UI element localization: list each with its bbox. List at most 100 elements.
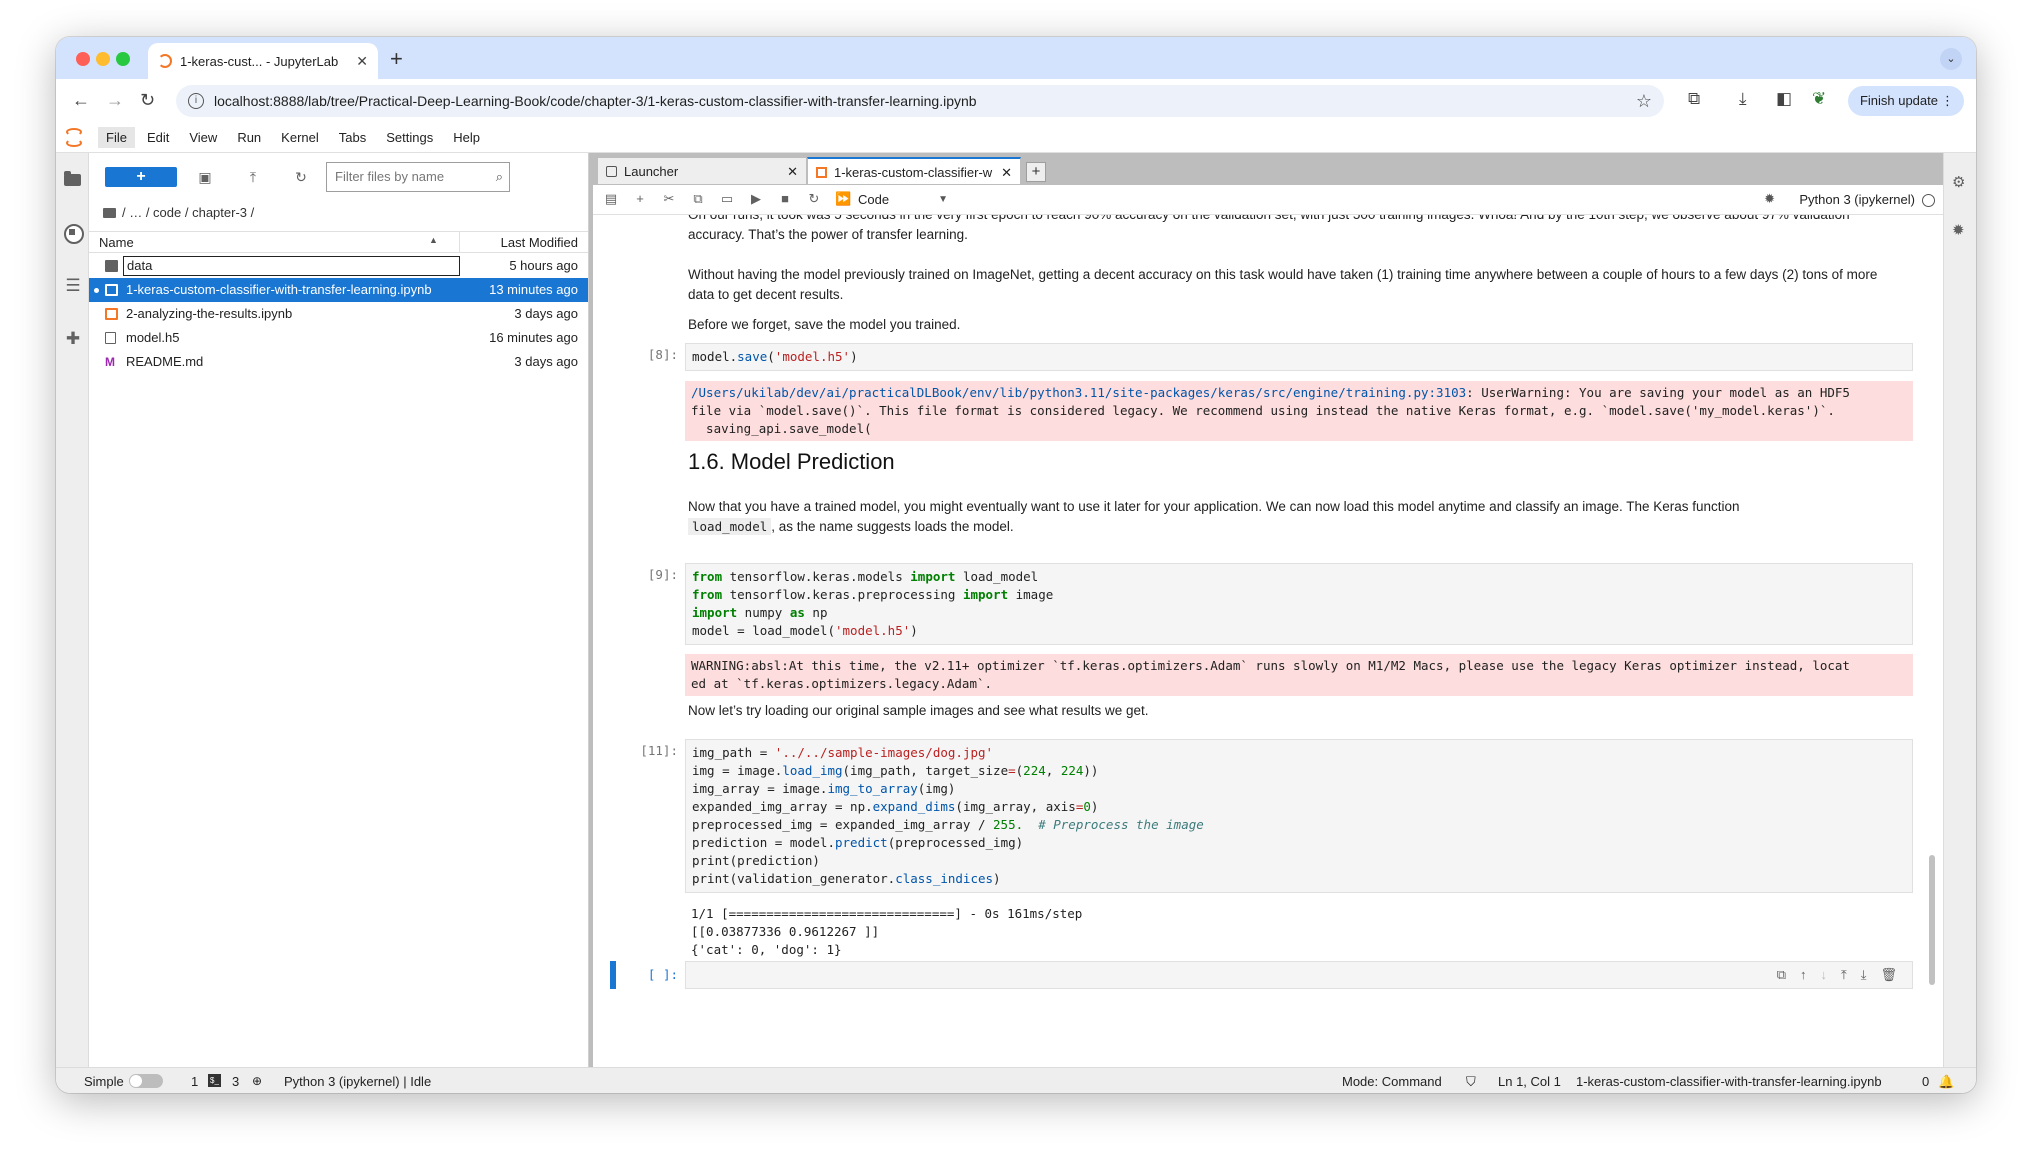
address-bar[interactable]: i localhost:8888/lab/tree/Practical-Deep… xyxy=(176,85,1664,117)
sort-ascending-icon[interactable]: ▲ xyxy=(429,235,438,245)
url-text[interactable]: localhost:8888/lab/tree/Practical-Deep-L… xyxy=(214,93,1636,109)
insert-below-icon[interactable]: ⤓ xyxy=(1861,967,1867,983)
cell-prompt: [ ]: xyxy=(647,967,678,982)
insert-cell-icon[interactable]: + xyxy=(632,191,648,207)
back-arrow-icon[interactable]: ← xyxy=(72,90,90,111)
code-cell-8[interactable]: model.save('model.h5') xyxy=(685,343,1913,371)
filter-files-input[interactable]: Filter files by name ⌕ xyxy=(326,162,510,192)
close-tab-icon[interactable]: ✕ xyxy=(1001,159,1012,184)
maximize-window-button[interactable] xyxy=(116,52,130,66)
trusted-shield-icon[interactable]: ⛉ xyxy=(1466,1074,1476,1090)
debugger-bug-icon[interactable]: ✹ xyxy=(1764,191,1775,207)
code-cell-11[interactable]: img_path = '../../sample-images/dog.jpg'… xyxy=(685,739,1913,893)
leaf-extension-icon[interactable]: ❦ xyxy=(1812,89,1826,109)
minimize-window-button[interactable] xyxy=(96,52,110,66)
browser-tab-jupyterlab[interactable]: 1-keras-cust... - JupyterLab ✕ xyxy=(148,43,378,79)
left-sidebar: ☰ ✚ xyxy=(56,153,89,1067)
bell-icon[interactable]: 🔔 xyxy=(1938,1074,1954,1090)
markdown-paragraph: On our runs, it took was 5 seconds in th… xyxy=(688,215,1850,242)
empty-code-cell[interactable] xyxy=(685,961,1913,989)
column-modified-header[interactable]: Last Modified xyxy=(501,235,578,250)
finish-update-label: Finish update xyxy=(1859,93,1938,108)
bookmark-star-icon[interactable]: ☆ xyxy=(1636,91,1652,112)
extension-manager-icon[interactable]: ✚ xyxy=(64,330,82,348)
cursor-position[interactable]: Ln 1, Col 1 xyxy=(1498,1074,1561,1089)
breadcrumb-path[interactable]: / … / code / chapter-3 / xyxy=(122,205,254,220)
home-folder-icon[interactable] xyxy=(103,207,116,218)
menu-view[interactable]: View xyxy=(181,127,225,148)
reload-icon[interactable]: ↻ xyxy=(140,90,155,111)
kernel-name[interactable]: Python 3 (ipykernel) xyxy=(1799,192,1915,207)
new-folder-icon[interactable]: ▣ xyxy=(195,167,215,187)
menu-tabs[interactable]: Tabs xyxy=(331,127,374,148)
file-modified: 5 hours ago xyxy=(509,258,578,273)
move-down-icon[interactable]: ↓ xyxy=(1820,967,1827,983)
duplicate-cell-icon[interactable]: ⧉ xyxy=(1777,967,1786,983)
running-indicator-icon xyxy=(94,288,99,293)
delete-cell-icon[interactable]: 🗑 xyxy=(1880,967,1897,983)
code-cell-9[interactable]: from tensorflow.keras.models import load… xyxy=(685,563,1913,645)
file-browser-folder-icon[interactable] xyxy=(64,171,82,189)
cut-icon[interactable]: ✂ xyxy=(661,191,677,207)
notebook-scrollbar[interactable] xyxy=(1929,215,1937,1067)
menu-settings[interactable]: Settings xyxy=(378,127,441,148)
close-tab-icon[interactable]: ✕ xyxy=(356,53,368,70)
tab-notebook[interactable]: 1-keras-custom-classifier-w ✕ xyxy=(807,157,1021,185)
breadcrumb[interactable]: / … / code / chapter-3 / xyxy=(103,205,254,220)
terminal-count[interactable]: 3 xyxy=(232,1074,239,1089)
property-inspector-gear-icon[interactable]: ⚙ xyxy=(1952,173,1965,191)
stop-icon[interactable]: ■ xyxy=(777,191,793,207)
download-icon[interactable]: ⤓ xyxy=(1739,89,1747,109)
kernel-sources-icon[interactable]: ⊕ xyxy=(252,1074,262,1088)
rename-input[interactable]: data xyxy=(123,256,460,276)
notebook-content: On our runs, it took was 5 seconds in th… xyxy=(593,215,1933,1067)
close-window-button[interactable] xyxy=(76,52,90,66)
menu-help[interactable]: Help xyxy=(445,127,488,148)
forward-arrow-icon[interactable]: → xyxy=(106,90,124,111)
fast-forward-icon[interactable]: ⏩ xyxy=(835,191,851,207)
new-tab-button[interactable]: + xyxy=(390,46,403,72)
kernel-count[interactable]: 1 xyxy=(191,1074,198,1089)
tab-launcher[interactable]: Launcher ✕ xyxy=(597,157,807,185)
insert-above-icon[interactable]: ⤒ xyxy=(1841,967,1847,983)
run-icon[interactable]: ▶ xyxy=(748,191,764,207)
debugger-icon[interactable]: ✹ xyxy=(1952,221,1965,239)
refresh-icon[interactable]: ↻ xyxy=(291,167,311,187)
table-of-contents-icon[interactable]: ☰ xyxy=(64,277,82,295)
menu-edit[interactable]: Edit xyxy=(139,127,177,148)
file-row-notebook-1[interactable]: 1-keras-custom-classifier-with-transfer-… xyxy=(89,278,588,302)
running-sessions-icon[interactable] xyxy=(64,224,84,244)
column-name-header[interactable]: Name xyxy=(99,235,134,250)
finish-update-button[interactable]: Finish update ⋮ xyxy=(1847,86,1964,116)
move-up-icon[interactable]: ↑ xyxy=(1800,967,1807,983)
tab-search-chevron-icon[interactable]: ⌄ xyxy=(1940,48,1962,70)
kernel-status[interactable]: Python 3 (ipykernel) | Idle xyxy=(284,1074,431,1089)
copy-icon[interactable]: ⧉ xyxy=(690,191,706,207)
menu-kernel[interactable]: Kernel xyxy=(273,127,327,148)
notification-count[interactable]: 0 xyxy=(1922,1074,1929,1089)
file-name: 2-analyzing-the-results.ipynb xyxy=(126,306,293,321)
inline-code: load_model xyxy=(688,518,772,535)
scrollbar-thumb[interactable] xyxy=(1929,855,1935,985)
file-row-model[interactable]: model.h5 16 minutes ago xyxy=(89,326,588,350)
close-tab-icon[interactable]: ✕ xyxy=(787,158,798,186)
paste-icon[interactable]: ▭ xyxy=(719,191,735,207)
file-row-data[interactable]: data 5 hours ago xyxy=(89,254,588,278)
upload-icon[interactable]: ⤒ xyxy=(243,167,263,187)
menu-run[interactable]: Run xyxy=(229,127,269,148)
file-row-notebook-2[interactable]: 2-analyzing-the-results.ipynb 3 days ago xyxy=(89,302,588,326)
terminal-icon[interactable]: $_ xyxy=(208,1074,221,1087)
restart-icon[interactable]: ↻ xyxy=(806,191,822,207)
file-row-readme[interactable]: M README.md 3 days ago xyxy=(89,350,588,374)
cell-type-select[interactable]: Code ▼ xyxy=(858,190,948,210)
menu-file[interactable]: File xyxy=(98,127,135,148)
simple-mode-toggle[interactable] xyxy=(129,1074,163,1088)
notebook-icon xyxy=(816,167,827,178)
save-icon[interactable]: ▤ xyxy=(603,191,619,207)
more-vertical-icon[interactable]: ⋮ xyxy=(1941,86,1954,116)
add-tab-button[interactable]: + xyxy=(1026,162,1046,182)
side-panel-icon[interactable]: ◧ xyxy=(1776,89,1792,109)
extensions-puzzle-icon[interactable]: ⧉ xyxy=(1688,89,1700,109)
site-info-icon[interactable]: i xyxy=(188,93,204,109)
new-launcher-button[interactable]: + xyxy=(105,167,177,187)
